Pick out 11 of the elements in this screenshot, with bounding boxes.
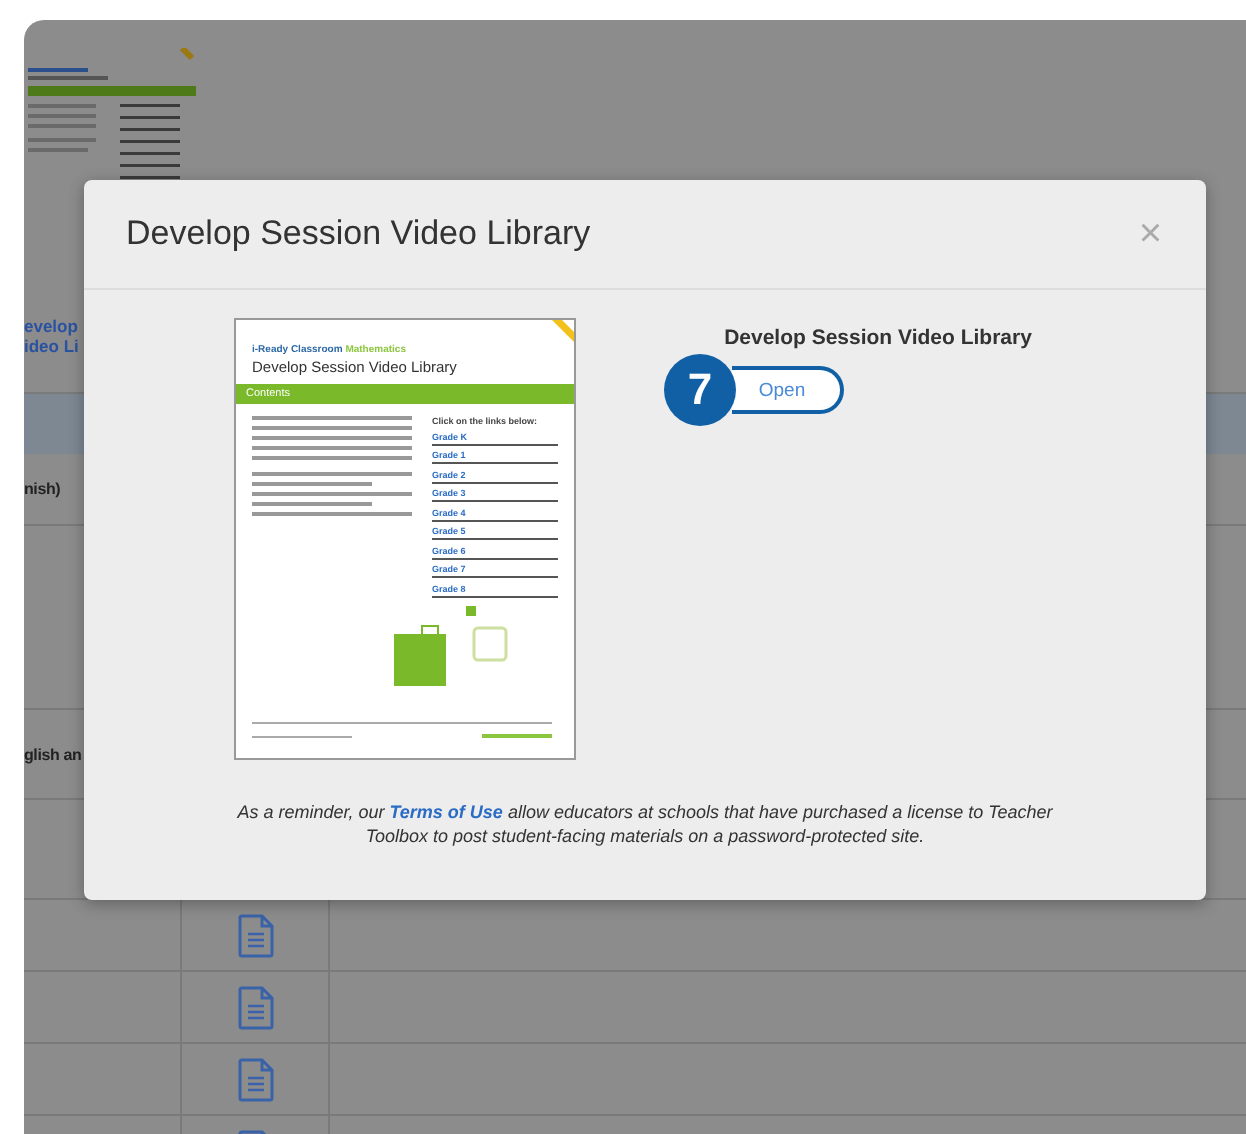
step-number-badge: 7 xyxy=(664,354,736,426)
document-icon[interactable] xyxy=(237,913,273,957)
open-button[interactable]: Open xyxy=(732,366,844,414)
document-icon[interactable] xyxy=(237,985,273,1029)
row-text: glish an xyxy=(24,745,82,763)
modal-title: Develop Session Video Library xyxy=(126,214,591,254)
terms-of-use-link[interactable]: Terms of Use xyxy=(389,802,503,822)
document-icon[interactable] xyxy=(237,1057,273,1101)
resource-title: Develop Session Video Library xyxy=(724,326,1032,350)
license-notice: As a reminder, our Terms of Use allow educators at schools that have purchased a license to Teacher Toolbox to post student-facing materials on a password-protected site. xyxy=(235,800,1055,848)
row-text: nish) xyxy=(24,480,61,498)
